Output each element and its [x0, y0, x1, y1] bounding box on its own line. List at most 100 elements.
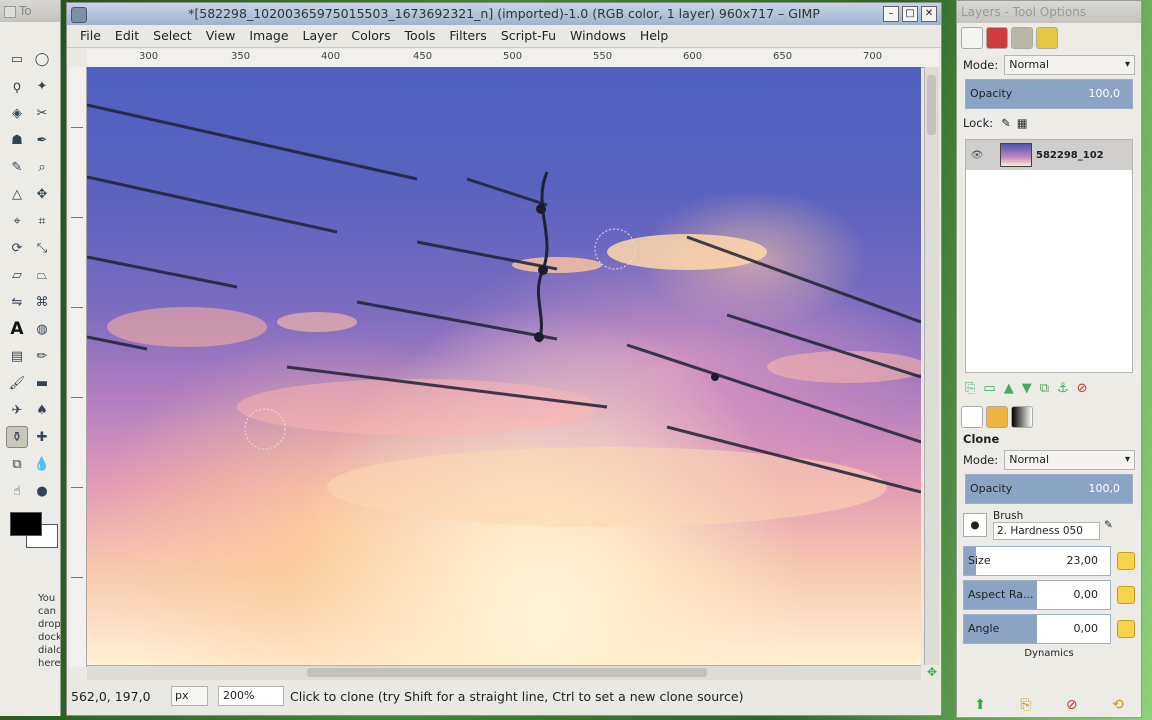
layer-row[interactable]: 👁 582298_102 — [966, 140, 1132, 170]
scale-tool-icon[interactable]: ⤡ — [31, 237, 53, 259]
fg-bg-color-swatch[interactable] — [8, 508, 58, 548]
maximize-button[interactable]: □ — [902, 6, 918, 22]
brush-name[interactable]: 2. Hardness 050 — [993, 522, 1100, 540]
vertical-scrollbar[interactable] — [924, 67, 939, 665]
blend-tool-icon[interactable]: ▤ — [6, 345, 28, 367]
menu-windows[interactable]: Windows — [563, 25, 633, 47]
layer-list[interactable]: 👁 582298_102 — [965, 139, 1133, 373]
horizontal-scroll-thumb[interactable] — [307, 668, 707, 677]
eraser-tool-icon[interactable]: ▬ — [31, 372, 53, 394]
perspective-clone-tool-icon[interactable]: ⧉ — [6, 453, 28, 475]
tool-opacity-slider[interactable]: Opacity 100,0 — [965, 474, 1133, 504]
perspective-tool-icon[interactable]: ⏢ — [31, 264, 53, 286]
image-canvas[interactable] — [87, 67, 921, 665]
save-options-icon[interactable]: ⬆ — [974, 697, 986, 713]
angle-reset-icon[interactable] — [1117, 620, 1135, 638]
dodge-burn-tool-icon[interactable]: ● — [31, 480, 53, 502]
fuzzy-select-tool-icon[interactable]: ✦ — [31, 75, 53, 97]
toolbox-titlebar[interactable]: To — [0, 0, 60, 22]
reset-options-icon[interactable]: ⟲ — [1112, 697, 1124, 713]
raise-layer-icon[interactable]: ▲ — [1004, 381, 1014, 396]
edit-brush-icon[interactable]: ✎ — [1104, 519, 1113, 531]
undo-history-tab-icon[interactable] — [1036, 27, 1058, 49]
smudge-tool-icon[interactable]: ☝ — [6, 480, 28, 502]
paintbrush-tool-icon[interactable]: 🖌 — [6, 372, 28, 394]
channels-tab-icon[interactable] — [986, 27, 1008, 49]
delete-layer-icon[interactable]: ⊘ — [1077, 381, 1088, 396]
crop-tool-icon[interactable]: ⌗ — [31, 210, 53, 232]
bucket-fill-tool-icon[interactable]: ◍ — [31, 318, 53, 340]
menu-file[interactable]: File — [73, 25, 108, 47]
layer-name[interactable]: 582298_102 — [1036, 150, 1104, 161]
tool-mode-select[interactable]: Normal — [1004, 450, 1135, 470]
text-tool-icon[interactable]: A — [6, 318, 28, 340]
menu-select[interactable]: Select — [146, 25, 199, 47]
select-by-color-tool-icon[interactable]: ◈ — [6, 102, 28, 124]
size-reset-icon[interactable] — [1117, 552, 1135, 570]
navigate-icon[interactable]: ✥ — [925, 665, 939, 679]
new-layer-group-icon[interactable]: ▭ — [983, 381, 995, 396]
layer-mode-select[interactable]: Normal — [1004, 55, 1135, 75]
menu-help[interactable]: Help — [633, 25, 676, 47]
horizontal-ruler[interactable]: 300 350 400 450 500 550 600 650 700 — [87, 49, 939, 68]
menu-image[interactable]: Image — [242, 25, 295, 47]
scissors-select-tool-icon[interactable]: ✂ — [31, 102, 53, 124]
vertical-ruler[interactable] — [69, 67, 87, 667]
rotate-tool-icon[interactable]: ⟳ — [6, 237, 28, 259]
airbrush-tool-icon[interactable]: ✈ — [6, 399, 28, 421]
new-layer-icon[interactable]: ⎘ — [965, 381, 975, 396]
dock-titlebar[interactable]: Layers - Tool Options — [957, 1, 1141, 23]
menu-colors[interactable]: Colors — [344, 25, 397, 47]
free-select-tool-icon[interactable]: ϙ — [6, 75, 28, 97]
align-tool-icon[interactable]: ⌖ — [6, 210, 28, 232]
layers-tab-icon[interactable] — [961, 27, 983, 49]
pattern-tab-icon[interactable] — [986, 406, 1008, 428]
duplicate-layer-icon[interactable]: ⧉ — [1040, 381, 1049, 396]
clone-tool-icon[interactable]: ⚱ — [6, 426, 28, 448]
delete-options-icon[interactable]: ⊘ — [1066, 697, 1078, 713]
aspect-ratio-slider[interactable]: Aspect Ra... 0,00 — [963, 580, 1111, 610]
restore-options-icon[interactable]: ⎘ — [1020, 697, 1031, 713]
zoom-tool-icon[interactable]: ⌕ — [31, 156, 53, 178]
angle-slider[interactable]: Angle 0,00 — [963, 614, 1111, 644]
toolbox-close-icon[interactable] — [4, 5, 16, 18]
rect-select-tool-icon[interactable]: ▭ — [6, 48, 28, 70]
minimize-button[interactable]: – — [883, 6, 899, 22]
menu-filters[interactable]: Filters — [442, 25, 493, 47]
measure-tool-icon[interactable]: △ — [6, 183, 28, 205]
color-picker-tool-icon[interactable]: ✎ — [6, 156, 28, 178]
visibility-eye-icon[interactable]: 👁 — [966, 150, 988, 161]
paths-tool-icon[interactable]: ✒ — [31, 129, 53, 151]
menu-layer[interactable]: Layer — [296, 25, 345, 47]
image-window-titlebar[interactable]: *[582298_10200365975015503_1673692321_n]… — [67, 3, 941, 25]
menu-tools[interactable]: Tools — [398, 25, 443, 47]
unit-selector[interactable]: px — [171, 686, 208, 706]
close-button[interactable]: ✕ — [921, 6, 937, 22]
ellipse-select-tool-icon[interactable]: ◯ — [31, 48, 53, 70]
heal-tool-icon[interactable]: ✚ — [31, 426, 53, 448]
ink-tool-icon[interactable]: ♠ — [31, 399, 53, 421]
gradient-tab-icon[interactable] — [1011, 406, 1033, 428]
blur-sharpen-tool-icon[interactable]: 💧 — [31, 453, 53, 475]
flip-tool-icon[interactable]: ⇋ — [6, 291, 28, 313]
move-tool-icon[interactable]: ✥ — [31, 183, 53, 205]
aspect-reset-icon[interactable] — [1117, 586, 1135, 604]
vertical-scroll-thumb[interactable] — [927, 75, 936, 135]
anchor-layer-icon[interactable]: ⚓ — [1057, 381, 1069, 396]
lock-pixels-icon[interactable]: ✎ — [1001, 116, 1011, 130]
cage-transform-tool-icon[interactable]: ⌘ — [31, 291, 53, 313]
paths-tab-icon[interactable] — [1011, 27, 1033, 49]
foreground-color-swatch[interactable] — [10, 512, 42, 536]
menu-edit[interactable]: Edit — [108, 25, 146, 47]
brush-preview[interactable]: ● — [963, 513, 987, 537]
brush-tab-icon[interactable] — [961, 406, 983, 428]
shear-tool-icon[interactable]: ▱ — [6, 264, 28, 286]
horizontal-scrollbar[interactable] — [87, 665, 921, 680]
size-slider[interactable]: Size 23,00 — [963, 546, 1111, 576]
pencil-tool-icon[interactable]: ✏ — [31, 345, 53, 367]
lock-alpha-icon[interactable]: ▦ — [1017, 116, 1028, 130]
layer-opacity-slider[interactable]: Opacity 100,0 — [965, 79, 1133, 109]
zoom-selector[interactable]: 200% — [218, 686, 284, 706]
menu-view[interactable]: View — [199, 25, 243, 47]
lower-layer-icon[interactable]: ▼ — [1022, 381, 1032, 396]
